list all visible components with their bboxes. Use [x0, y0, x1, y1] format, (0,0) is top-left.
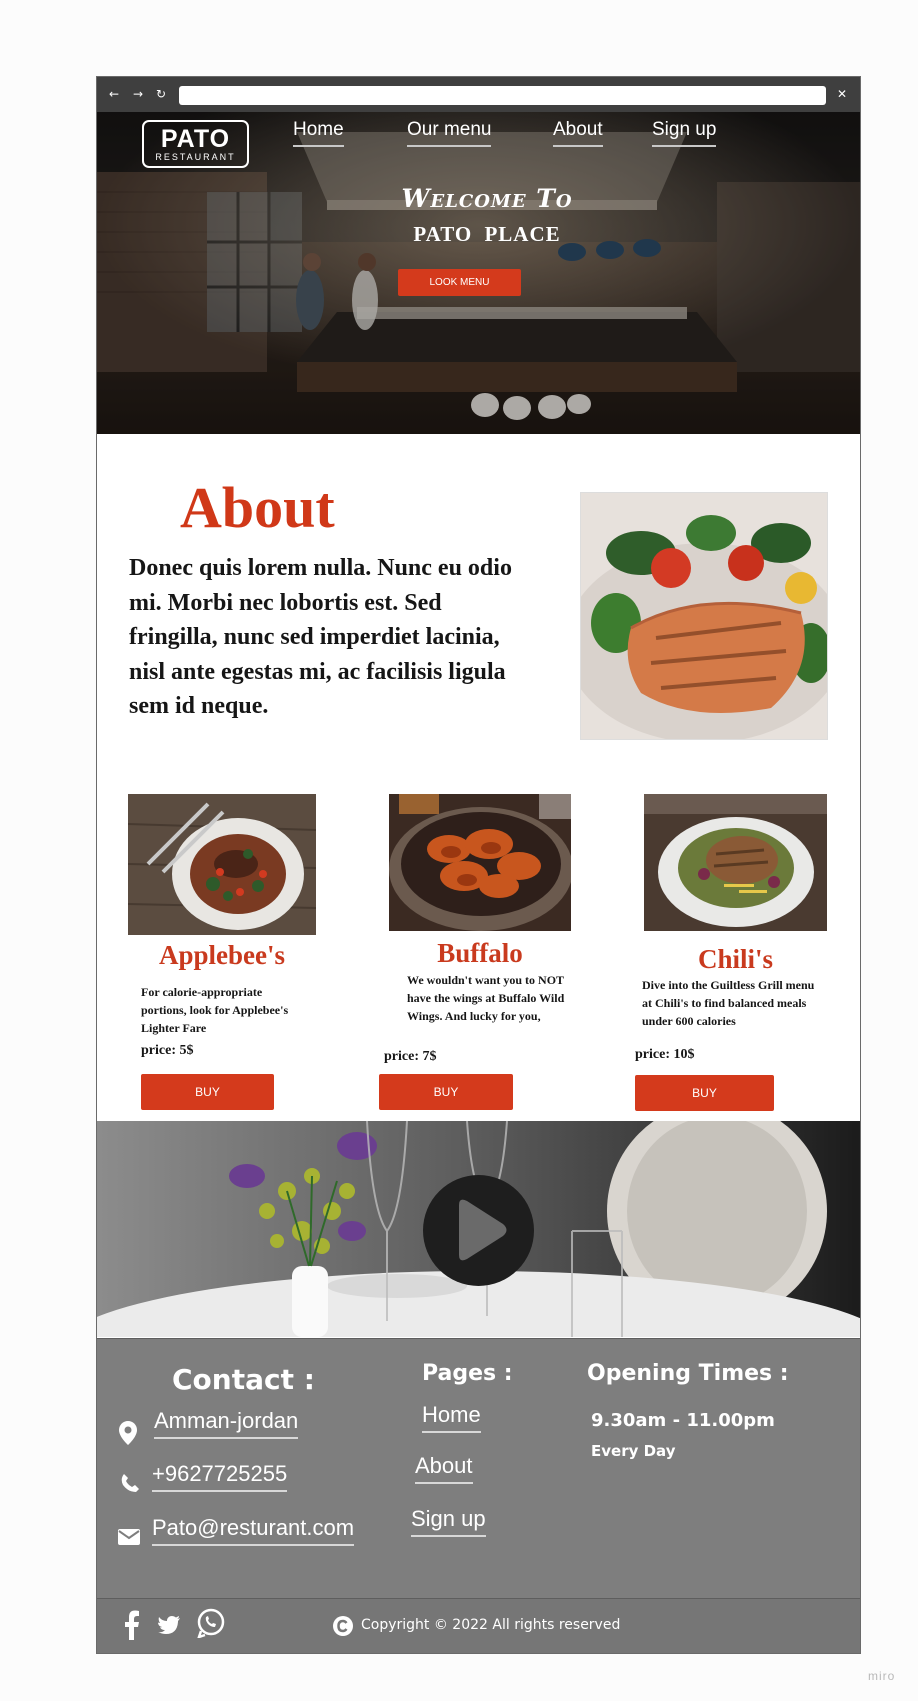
opening-hours: 9.30am - 11.00pm: [591, 1410, 775, 1431]
contact-address[interactable]: Amman-jordan: [154, 1408, 299, 1439]
look-menu-button[interactable]: LOOK MENU: [398, 269, 521, 296]
menu-item-name: Chili's: [697, 944, 774, 974]
footer-link-home[interactable]: Home: [422, 1402, 481, 1433]
browser-toolbar: ← → ↻ ✕: [97, 77, 860, 112]
nav-home[interactable]: Home: [293, 119, 344, 147]
close-icon[interactable]: ✕: [837, 86, 847, 102]
nav-our-menu[interactable]: Our menu: [407, 119, 492, 147]
reload-icon[interactable]: ↻: [156, 86, 166, 102]
video-section: [97, 1121, 860, 1337]
menu-item-price: price: 7$: [384, 1049, 437, 1064]
applebees-dish-image: [128, 794, 316, 935]
footer-link-about[interactable]: About: [415, 1453, 473, 1484]
buy-button[interactable]: BUY: [141, 1074, 274, 1110]
twitter-icon[interactable]: [158, 1616, 180, 1634]
logo[interactable]: PATO RESTAURANT: [142, 120, 249, 168]
salmon-dish-image: [580, 492, 828, 740]
logo-title: PATO: [160, 125, 231, 153]
contact-email[interactable]: Pato@resturant.com: [152, 1515, 355, 1546]
facebook-icon[interactable]: [124, 1610, 140, 1640]
menu-item-price: price: 5$: [141, 1043, 194, 1058]
forward-icon[interactable]: →: [133, 86, 143, 102]
opening-times-title: Opening Times :: [587, 1361, 789, 1386]
miro-watermark: miro: [868, 1669, 896, 1683]
footer-link-sign-up[interactable]: Sign up: [411, 1506, 486, 1537]
menu-item-price: price: 10$: [635, 1047, 695, 1062]
location-pin-icon: [119, 1421, 137, 1445]
chilis-dish-image: [644, 794, 827, 931]
whatsapp-icon[interactable]: [196, 1608, 226, 1638]
menu-item-name: Buffalo: [437, 938, 523, 968]
browser-window: ← → ↻ ✕ PATO RESTAURANT Home Our menu Ab…: [96, 76, 861, 1654]
copyright-text: Copyright © 2022 All rights reserved: [361, 1617, 621, 1633]
menu-item-name: Applebee's: [158, 940, 285, 970]
address-bar[interactable]: [179, 86, 826, 105]
pages-title: Pages :: [422, 1361, 513, 1386]
nav-about[interactable]: About: [553, 119, 603, 147]
opening-days: Every Day: [591, 1442, 676, 1460]
menu-item-description: For calorie-appropriate portions, look f…: [141, 985, 289, 1035]
about-title: About: [180, 475, 335, 540]
footer: Contact : Amman-jordan +9627725255 Pato@…: [97, 1338, 860, 1598]
about-text: Donec quis lorem nulla. Nunc eu odio mi.…: [129, 555, 512, 719]
menu-item-description: Dive into the Guiltless Grill menu at Ch…: [642, 978, 815, 1028]
back-icon[interactable]: ←: [109, 86, 119, 102]
nav-sign-up[interactable]: Sign up: [652, 119, 717, 147]
buy-button[interactable]: BUY: [379, 1074, 513, 1110]
hero-welcome: Welcome To: [401, 184, 573, 213]
phone-icon: [121, 1474, 139, 1492]
bottom-bar: Copyright © 2022 All rights reserved: [97, 1598, 860, 1653]
play-icon[interactable]: [423, 1175, 534, 1286]
logo-subtitle: RESTAURANT: [155, 152, 236, 162]
contact-title: Contact :: [172, 1363, 315, 1396]
hero-place-name: PATO PLACE: [413, 222, 561, 246]
copyright-icon: [333, 1616, 353, 1636]
menu-item-description: We wouldn't want you to NOT have the win…: [407, 973, 565, 1023]
hero-banner: PATO RESTAURANT Home Our menu About Sign…: [97, 112, 860, 434]
buffalo-wings-image: [389, 794, 571, 931]
buy-button[interactable]: BUY: [635, 1075, 774, 1111]
contact-phone[interactable]: +9627725255: [152, 1461, 288, 1492]
envelope-icon: [118, 1529, 140, 1545]
